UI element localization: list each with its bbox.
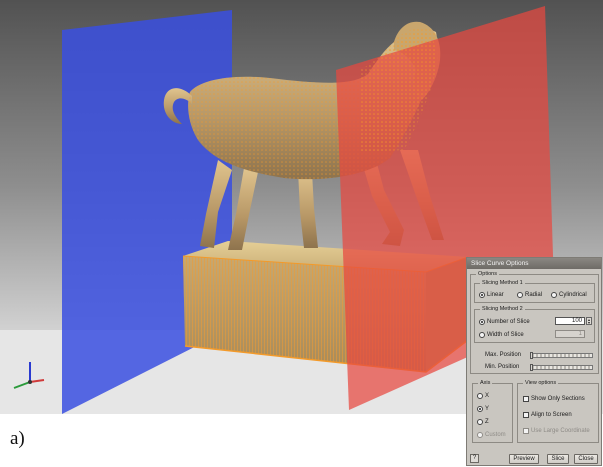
figure-label: a) [10,428,25,449]
radio-number-of-slice[interactable]: Number of Slice [479,318,530,326]
radio-axis-y[interactable]: Y [477,405,489,413]
radio-axis-custom-indicator [477,432,483,438]
max-position-slider-handle[interactable] [530,352,533,359]
radio-axis-z-indicator [477,419,483,425]
show-only-sections-box [523,396,529,402]
radio-cylindrical-indicator [551,292,557,298]
view-options-group: View options Show Only Sections Align to… [517,379,599,443]
max-position-label: Max. Position [485,352,522,358]
radio-axis-z[interactable]: Z [477,418,489,426]
slicing-method-2-group: Slicing Method 2 Number of Slice 100 ▴ ▾ … [474,305,595,343]
radio-cylindrical[interactable]: Cylindrical [551,291,587,299]
radio-axis-z-label: Z [485,419,489,425]
radio-axis-custom[interactable]: Custom [477,431,506,439]
number-of-slice-input[interactable]: 100 [555,317,585,325]
axis-group-label: Axis [478,379,493,387]
slice-curve-options-dialog: Slice Curve Options Options Slicing Meth… [466,257,602,466]
show-only-sections-checkbox[interactable]: Show Only Sections [523,395,585,403]
slicing-method-1-label: Slicing Method 1 [480,279,525,287]
radio-radial[interactable]: Radial [517,291,542,299]
radio-number-of-slice-indicator [479,319,485,325]
max-position-slider[interactable] [530,352,593,359]
min-position-slider[interactable] [530,364,593,371]
width-of-slice-input[interactable]: 1 [555,330,585,338]
radio-axis-x[interactable]: X [477,392,489,400]
align-to-screen-label: Align to Screen [531,412,572,418]
radio-linear-label: Linear [487,292,504,298]
use-large-coordinate-box [523,428,529,434]
min-position-slider-handle[interactable] [530,364,533,371]
show-only-sections-label: Show Only Sections [531,396,585,402]
radio-axis-x-indicator [477,393,483,399]
number-of-slice-stepper[interactable]: ▴ ▾ [586,317,592,325]
dialog-title[interactable]: Slice Curve Options [467,258,601,269]
align-to-screen-checkbox[interactable]: Align to Screen [523,411,572,419]
help-button[interactable]: ? [470,454,479,463]
radio-cylindrical-label: Cylindrical [559,292,587,298]
radio-axis-x-label: X [485,393,490,399]
slicing-method-1-group: Slicing Method 1 Linear Radial Cylindric… [474,279,595,303]
radio-linear-indicator [479,292,485,298]
options-group-label: Options [476,270,499,278]
radio-radial-label: Radial [525,292,543,298]
radio-width-of-slice-label: Width of Slice [487,332,524,338]
axis-group: Axis X Y Z Custom [472,379,513,443]
radio-axis-custom-label: Custom [485,432,506,438]
min-position-label: Min. Position [485,364,520,370]
use-large-coordinate-checkbox[interactable]: Use Large Coordinate [523,427,590,435]
options-group: Options Slicing Method 1 Linear Radial C… [470,270,599,374]
radio-radial-indicator [517,292,523,298]
align-to-screen-box [523,412,529,418]
radio-width-of-slice[interactable]: Width of Slice [479,331,524,339]
view-options-label: View options [523,379,559,387]
radio-linear[interactable]: Linear [479,291,504,299]
radio-number-of-slice-label: Number of Slice [487,319,530,325]
radio-axis-y-label: Y [485,406,490,412]
viewport-stage: a) Slice Curve Options Options Slicing M… [0,0,603,467]
preview-button[interactable]: Preview [509,454,539,464]
slicing-method-2-label: Slicing Method 2 [480,305,525,313]
radio-width-of-slice-indicator [479,332,485,338]
slice-button[interactable]: Slice [547,454,569,464]
use-large-coordinate-label: Use Large Coordinate [531,428,590,434]
radio-axis-y-indicator [477,406,483,412]
close-button[interactable]: Close [574,454,598,464]
